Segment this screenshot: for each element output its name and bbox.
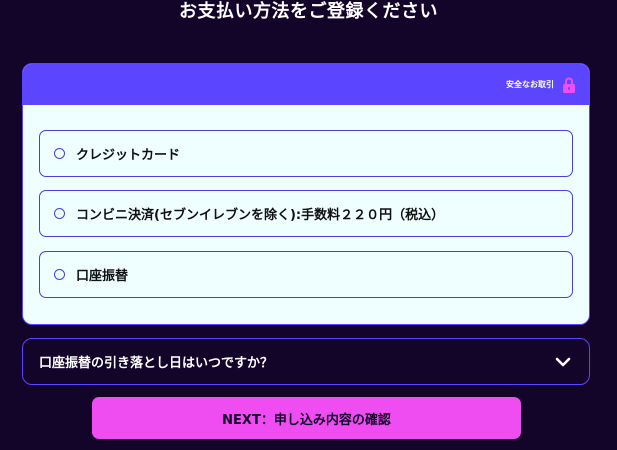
payment-method-page: お支払い方法をご登録ください 安全なお取引 クレジットカード コンビニ決済(セブ… (0, 0, 617, 450)
card-header: 安全なお取引 (23, 64, 589, 105)
radio-icon[interactable] (54, 269, 65, 280)
option-bank-transfer[interactable]: 口座振替 (39, 251, 573, 298)
option-label: クレジットカード (76, 148, 181, 163)
option-label: 口座振替 (76, 269, 129, 284)
chevron-down-icon[interactable] (555, 357, 571, 367)
radio-icon[interactable] (54, 208, 65, 219)
lock-icon (563, 77, 575, 93)
option-label: コンビニ決済(セブンイレブンを除く):手数料２２０円（税込） (76, 208, 445, 223)
secure-transaction-label: 安全なお取引 (506, 80, 554, 89)
faq-question: 口座振替の引き落とし日はいつですか？ (39, 356, 274, 371)
page-title: お支払い方法をご登録ください (179, 1, 438, 22)
radio-icon[interactable] (54, 148, 65, 159)
payment-method-card: 安全なお取引 クレジットカード コンビニ決済(セブンイレブンを除く):手数料２２… (22, 63, 590, 325)
option-convenience-store[interactable]: コンビニ決済(セブンイレブンを除く):手数料２２０円（税込） (39, 190, 573, 237)
option-credit-card[interactable]: クレジットカード (39, 130, 573, 177)
faq-accordion[interactable]: 口座振替の引き落とし日はいつですか？ (22, 338, 590, 385)
next-button[interactable]: NEXT：申し込み内容の確認 (92, 397, 521, 439)
